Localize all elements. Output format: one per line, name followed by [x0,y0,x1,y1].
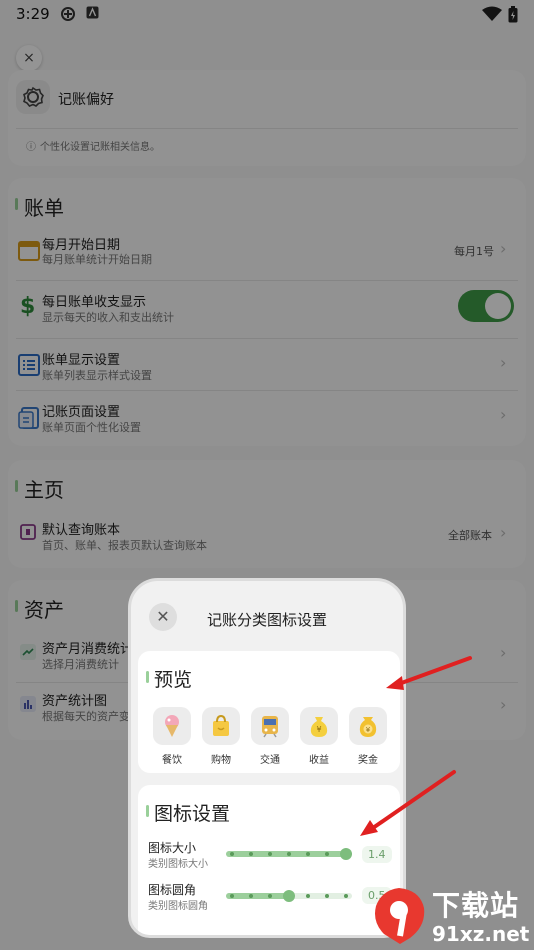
category-income: ¥ 收益 [299,707,339,766]
size-value: 1.4 [362,846,392,863]
category-dining: 餐饮 [152,707,192,766]
category-label: 交通 [260,755,280,766]
slider-thumb[interactable] [283,890,295,902]
category-label: 购物 [211,755,231,766]
category-label: 收益 [309,755,329,766]
annotation-arrow-icon [386,656,472,690]
slider-tick [325,852,329,856]
preview-card: 预览 餐饮 购物 交通 ¥ 收益 ¥ 奖金 [138,651,400,773]
category-bonus: ¥ 奖金 [348,707,388,766]
watermark-site: 91xz.net [432,922,530,946]
preview-title: 预览 [145,665,192,692]
slider-tick [268,894,272,898]
slider-tick [249,894,253,898]
slider-tick [249,852,253,856]
size-title: 图标大小 [148,841,197,855]
icon-size-slider[interactable] [226,848,352,860]
slider-tick [344,894,348,898]
size-sub: 类别图标大小 [148,859,208,870]
watermark-mark-icon [375,888,425,944]
radius-sub: 类别图标圆角 [148,901,208,912]
shopping-bag-icon [202,707,240,745]
dialog-close-button[interactable]: ✕ [149,603,177,631]
icon-settings-title: 图标设置 [145,799,230,826]
watermark-logo: 下载站 91xz.net [370,880,534,950]
slider-tick [325,894,329,898]
subway-icon [251,707,289,745]
slider-tick [230,852,234,856]
icon-radius-slider[interactable] [226,890,352,902]
radius-title: 图标圆角 [148,883,197,897]
slider-tick [287,852,291,856]
category-shopping: 购物 [201,707,241,766]
svg-text:¥: ¥ [316,725,321,734]
bonus-coin-icon: ¥ [349,707,387,745]
annotation-arrow-icon [360,770,456,836]
category-label: 餐饮 [162,755,182,766]
slider-fill [226,893,289,899]
icon-settings-dialog: ✕ 记账分类图标设置 预览 餐饮 购物 交通 ¥ 收益 ¥ 奖金 图标设置 图标… [128,578,406,938]
category-transport: 交通 [250,707,290,766]
money-bag-icon: ¥ [300,707,338,745]
slider-tick [306,852,310,856]
dialog-title: 记账分类图标设置 [207,611,328,629]
svg-text:¥: ¥ [366,726,371,734]
ice-cream-icon [153,707,191,745]
slider-thumb[interactable] [340,848,352,860]
watermark-brand: 下载站 [432,889,520,922]
slider-tick [268,852,272,856]
slider-tick [230,894,234,898]
slider-tick [306,894,310,898]
